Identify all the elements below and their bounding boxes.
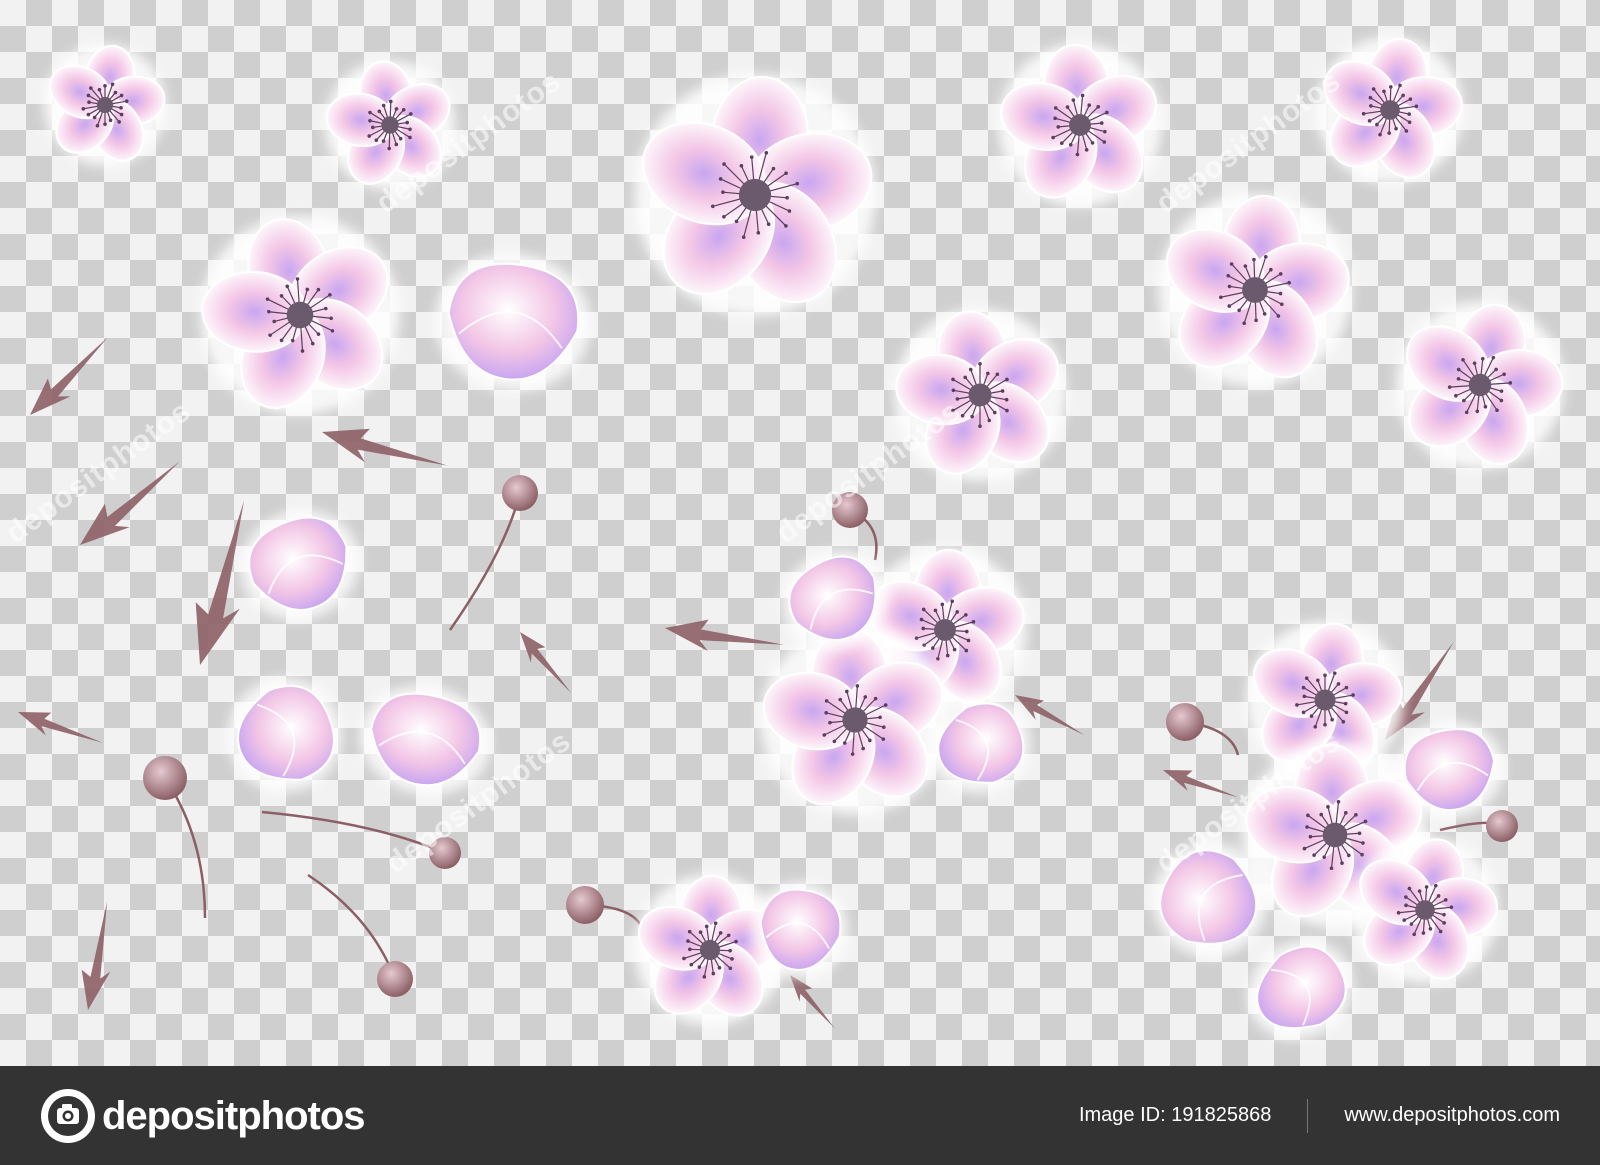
- seed-pod: [502, 475, 538, 511]
- seed-pod: [377, 961, 413, 997]
- leaf: [1163, 770, 1239, 798]
- brand-name: depositphotos: [102, 1093, 366, 1138]
- brand-logo[interactable]: depositphotos: [40, 1088, 366, 1144]
- flower: [1316, 36, 1464, 184]
- flower: [44, 44, 166, 166]
- site-link[interactable]: www.depositphotos.com: [1344, 1104, 1560, 1127]
- flower-bud: [359, 685, 491, 795]
- seed-pod: [1486, 810, 1518, 842]
- flower-bud: [228, 678, 342, 792]
- image-meta: Image ID: 191825868 www.depositphotos.co…: [1079, 1066, 1560, 1165]
- seed-pod: [832, 492, 868, 528]
- seed-pod: [143, 756, 187, 800]
- flower: [1396, 301, 1564, 469]
- flower-bud: [1247, 940, 1353, 1040]
- seed-stem: [448, 492, 522, 631]
- leaf: [790, 975, 835, 1029]
- leaf: [80, 461, 180, 545]
- meta-divider: [1307, 1098, 1309, 1133]
- leaf: [30, 337, 108, 415]
- footer-bar: depositphotos Image ID: 191825868 www.de…: [0, 1066, 1600, 1165]
- flower: [200, 215, 400, 415]
- flower: [998, 43, 1162, 207]
- seed-pod: [429, 837, 461, 869]
- leaf: [81, 901, 111, 1010]
- flower: [324, 59, 456, 191]
- image-id-label: Image ID: 191825868: [1078, 1104, 1272, 1126]
- leaf: [520, 632, 572, 694]
- seed-stem: [307, 873, 397, 980]
- camera-icon: [41, 1089, 95, 1143]
- leaf: [665, 619, 784, 651]
- seed-pod: [566, 886, 604, 924]
- leaf: [18, 712, 103, 743]
- artwork-canvas: depositphotos depositphotos depositphoto…: [0, 0, 1600, 1066]
- flower: [893, 308, 1067, 482]
- flower-illustration: [18, 36, 1564, 1040]
- flower-bud: [435, 252, 591, 392]
- flower: [1158, 193, 1352, 387]
- flower: [634, 74, 876, 316]
- seed-stem: [261, 810, 446, 855]
- seed-pod: [1166, 703, 1204, 741]
- leaf: [322, 428, 448, 466]
- flower-bud: [240, 510, 360, 620]
